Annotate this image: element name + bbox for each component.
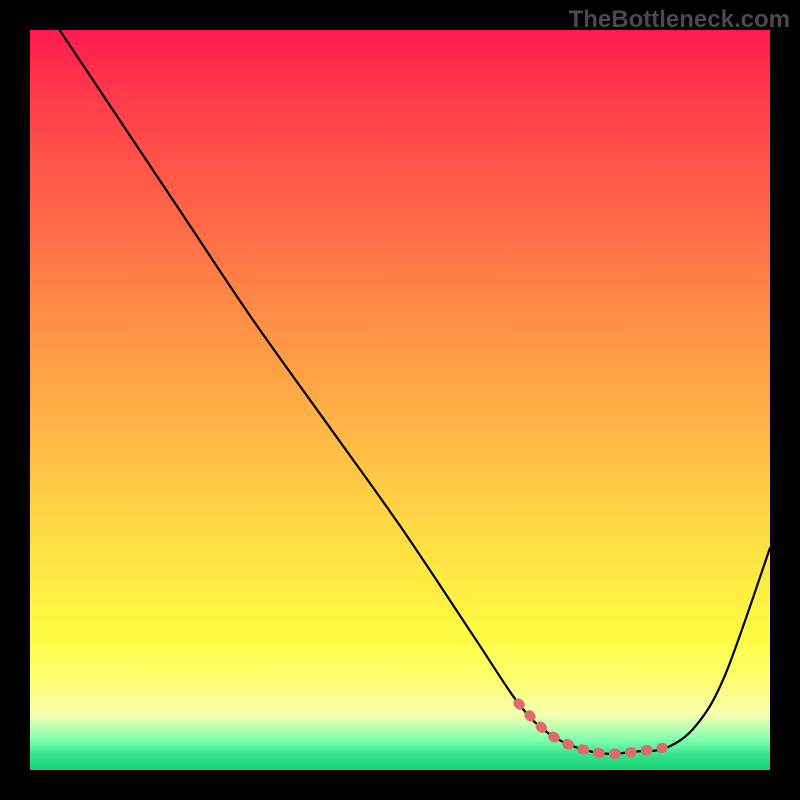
highlight-line [518, 703, 662, 753]
chart-svg [30, 30, 770, 770]
chart-frame: TheBottleneck.com [0, 0, 800, 800]
plot-area [30, 30, 770, 770]
curve-line [60, 30, 770, 754]
